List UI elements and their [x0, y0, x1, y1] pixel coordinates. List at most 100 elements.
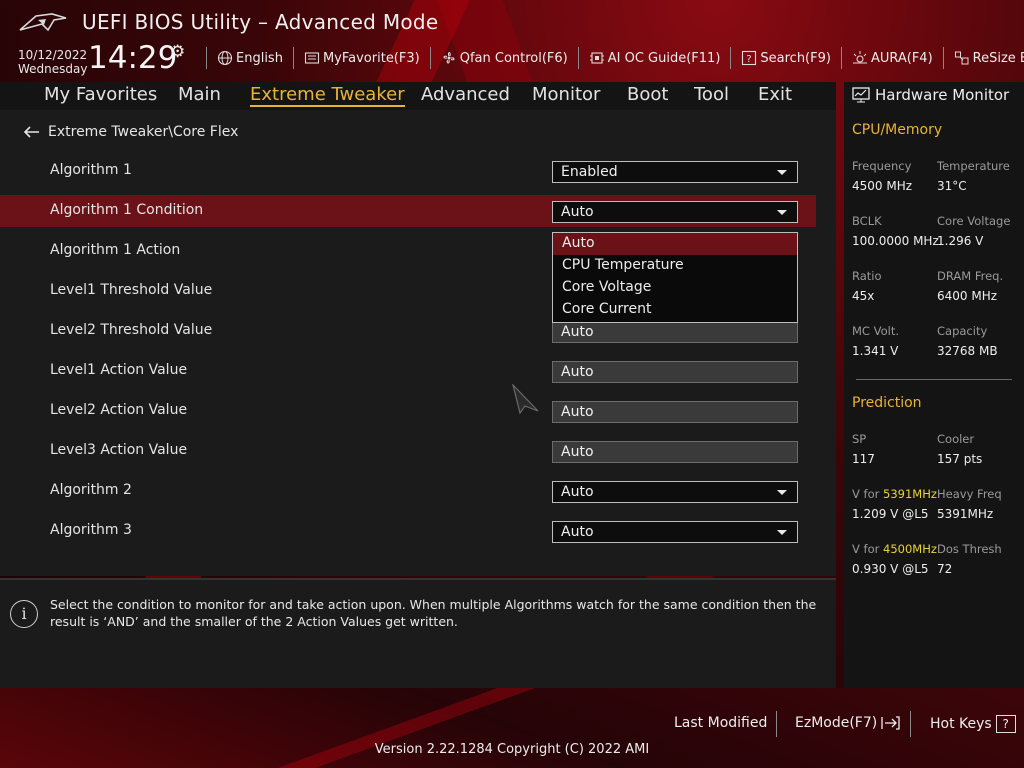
- info-icon: i: [10, 600, 38, 628]
- aura-label: AURA(F4): [870, 50, 933, 66]
- globe-icon: [217, 50, 233, 66]
- chevron-down-icon: [777, 210, 787, 215]
- level2-action-input[interactable]: Auto: [552, 401, 798, 423]
- dropdown-option-core-current[interactable]: Core Current: [553, 299, 797, 321]
- resize-bar-icon: [954, 51, 969, 65]
- section-divider: [856, 379, 1012, 380]
- dropdown-option-cpu-temperature[interactable]: CPU Temperature: [553, 255, 797, 277]
- v-for-heavy-label: V for 5391MHz: [852, 487, 937, 501]
- capacity-value: 32768 MB: [937, 344, 998, 358]
- hot-keys-button[interactable]: Hot Keys ?: [930, 715, 1016, 733]
- setting-row-algorithm-1-condition[interactable]: Algorithm 1 Condition Auto: [0, 195, 816, 227]
- date-display: 10/12/2022 Wednesday: [18, 48, 87, 76]
- setting-label: Algorithm 1: [50, 162, 132, 178]
- capacity-label: Capacity: [937, 324, 988, 338]
- setting-label: Algorithm 3: [50, 522, 132, 538]
- toolbar-divider: [206, 47, 207, 69]
- hot-keys-label: Hot Keys: [930, 716, 992, 732]
- aura-button[interactable]: AURA(F4): [848, 50, 937, 66]
- temperature-label: Temperature: [937, 159, 1010, 173]
- toolbar-divider: [429, 47, 431, 69]
- cpu-memory-section-title: CPU/Memory: [852, 122, 943, 138]
- back-arrow-icon[interactable]: [24, 126, 40, 138]
- setting-label: Algorithm 2: [50, 482, 132, 498]
- last-modified-label: Last Modified: [674, 715, 768, 731]
- v-for-prefix: V for: [852, 542, 883, 556]
- algorithm-1-condition-dropdown[interactable]: Auto: [552, 201, 798, 223]
- frequency-value: 4500 MHz: [852, 179, 913, 193]
- header: UEFI BIOS Utility – Advanced Mode 10/12/…: [0, 0, 1024, 82]
- language-label: English: [236, 50, 283, 66]
- algorithm-2-dropdown[interactable]: Auto: [552, 481, 798, 503]
- footer-divider: [910, 711, 911, 737]
- menu-exit[interactable]: Exit: [758, 84, 792, 105]
- dropdown-option-core-voltage[interactable]: Core Voltage: [553, 277, 797, 299]
- level1-action-input[interactable]: Auto: [552, 361, 798, 383]
- time-display[interactable]: 14:29: [88, 40, 177, 76]
- v-for-dos-freq: 4500MHz: [883, 542, 937, 556]
- help-text: Select the condition to monitor for and …: [50, 597, 817, 629]
- dos-thresh-value: 72: [937, 562, 953, 576]
- bclk-label: BCLK: [852, 214, 882, 228]
- core-voltage-value: 1.296 V: [937, 234, 984, 248]
- svg-text:?: ?: [747, 54, 752, 65]
- main-menu: My Favorites Main Extreme Tweaker Advanc…: [0, 82, 836, 110]
- menu-boot[interactable]: Boot: [627, 84, 668, 105]
- hardware-monitor-panel: Hardware Monitor CPU/Memory Frequency 45…: [844, 82, 1024, 688]
- v-for-heavy-freq: 5391MHz: [883, 487, 937, 501]
- temperature-value: 31°C: [937, 179, 967, 193]
- prediction-section-title: Prediction: [852, 395, 922, 411]
- monitor-icon: [852, 87, 870, 103]
- cooler-label: Cooler: [937, 432, 975, 446]
- dropdown-option-auto[interactable]: Auto: [553, 233, 797, 255]
- aura-icon: [852, 51, 867, 64]
- fan-icon: [443, 52, 455, 64]
- setting-label: Level1 Threshold Value: [50, 282, 213, 298]
- level3-action-input[interactable]: Auto: [552, 441, 798, 463]
- toolbar-divider: [292, 47, 294, 69]
- dropdown-value: Auto: [561, 204, 594, 220]
- ratio-label: Ratio: [852, 269, 882, 283]
- search-button[interactable]: ? Search(F9): [737, 50, 835, 66]
- ezmode-button[interactable]: EzMode(F7): [795, 715, 901, 731]
- toolbar-divider: [840, 47, 842, 69]
- gear-icon[interactable]: ⚙: [170, 42, 185, 62]
- sp-label: SP: [852, 432, 867, 446]
- dropdown-value: Auto: [561, 484, 594, 500]
- menu-main[interactable]: Main: [178, 84, 221, 105]
- menu-tool[interactable]: Tool: [694, 84, 729, 105]
- bclk-value: 100.0000 MHz: [852, 234, 939, 248]
- setting-row-level1-action[interactable]: Level1 Action Value Auto: [0, 355, 816, 387]
- menu-my-favorites[interactable]: My Favorites: [44, 84, 157, 105]
- level2-threshold-input[interactable]: Auto: [552, 321, 798, 343]
- myfavorite-label: MyFavorite(F3): [322, 50, 420, 66]
- setting-row-level2-action[interactable]: Level2 Action Value Auto: [0, 395, 816, 427]
- qfan-control-button[interactable]: Qfan Control(F6): [437, 50, 572, 66]
- setting-row-level3-action[interactable]: Level3 Action Value Auto: [0, 435, 816, 467]
- myfavorite-button[interactable]: MyFavorite(F3): [300, 50, 424, 66]
- ai-oc-icon: [589, 52, 604, 64]
- setting-row-algorithm-1[interactable]: Algorithm 1 Enabled: [0, 155, 816, 187]
- algorithm-1-dropdown[interactable]: Enabled: [552, 161, 798, 183]
- mc-volt-label: MC Volt.: [852, 324, 899, 338]
- heavy-freq-label: Heavy Freq: [937, 487, 1002, 501]
- setting-label: Level3 Action Value: [50, 442, 188, 458]
- setting-row-algorithm-2[interactable]: Algorithm 2 Auto: [0, 475, 816, 507]
- menu-monitor[interactable]: Monitor: [532, 84, 600, 105]
- mc-volt-value: 1.341 V: [852, 344, 899, 358]
- help-key-icon: ?: [995, 715, 1016, 733]
- mouse-cursor-icon: [512, 384, 539, 414]
- language-button[interactable]: English: [213, 50, 287, 66]
- menu-extreme-tweaker[interactable]: Extreme Tweaker: [250, 84, 405, 107]
- last-modified-button[interactable]: Last Modified: [674, 715, 767, 731]
- exit-arrow-icon: [881, 716, 900, 730]
- setting-row-algorithm-3[interactable]: Algorithm 3 Auto: [0, 515, 816, 547]
- algorithm-3-dropdown[interactable]: Auto: [552, 521, 798, 543]
- resize-bar-button[interactable]: ReSize BAR: [950, 50, 1024, 66]
- ai-oc-guide-button[interactable]: AI OC Guide(F11): [585, 50, 725, 66]
- menu-advanced[interactable]: Advanced: [421, 84, 510, 105]
- setting-label: Level2 Threshold Value: [50, 322, 213, 338]
- ai-oc-label: AI OC Guide(F11): [607, 50, 721, 66]
- weekday-text: Wednesday: [18, 62, 88, 76]
- dram-freq-value: 6400 MHz: [937, 289, 998, 303]
